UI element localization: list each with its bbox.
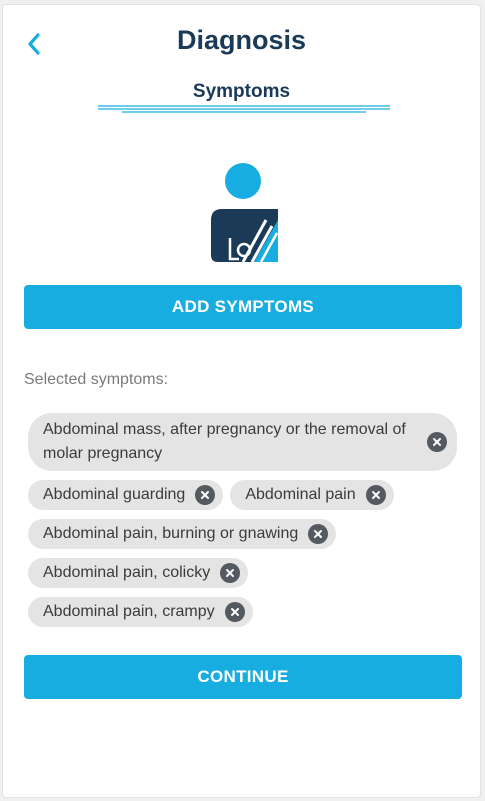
symptom-chip: Abdominal pain — [230, 480, 394, 510]
symptom-chip-label: Abdominal pain — [245, 486, 356, 503]
close-icon — [314, 530, 323, 538]
symptom-chip: Abdominal mass, after pregnancy or the r… — [28, 413, 457, 471]
symptom-chip-label: Abdominal pain, colicky — [43, 564, 211, 581]
remove-symptom-button[interactable] — [365, 485, 386, 505]
remove-symptom-button[interactable] — [195, 485, 216, 505]
title-underline — [98, 105, 390, 113]
symptom-chip-label: Abdominal mass, after pregnancy or the r… — [43, 421, 406, 462]
selected-symptoms-list: Abdominal mass, after pregnancy or the r… — [28, 413, 468, 627]
remove-symptom-button[interactable] — [308, 524, 329, 544]
selected-symptoms-label: Selected symptoms: — [24, 371, 169, 388]
symptom-chip-label: Abdominal pain, crampy — [43, 603, 215, 620]
remove-symptom-button[interactable] — [224, 602, 245, 622]
close-icon — [226, 569, 235, 577]
close-icon — [230, 608, 239, 616]
symptom-chip-label: Abdominal guarding — [43, 486, 186, 503]
close-icon — [433, 438, 441, 446]
person-with-medical-chart-icon — [211, 163, 279, 263]
symptom-chip-label: Abdominal pain, burning or gnawing — [43, 525, 299, 542]
close-icon — [201, 491, 210, 499]
symptom-chip: Abdominal pain, crampy — [28, 597, 253, 627]
diagnosis-screen: Diagnosis Symptoms ADD SYMPTOMS Selected… — [2, 4, 481, 798]
add-symptoms-button[interactable]: ADD SYMPTOMS — [24, 285, 462, 329]
remove-symptom-button[interactable] — [427, 432, 447, 452]
symptom-chip: Abdominal pain, colicky — [28, 558, 249, 588]
page-title: Diagnosis — [176, 25, 307, 55]
close-icon — [371, 491, 380, 499]
section-title: Symptoms — [192, 81, 291, 102]
continue-button[interactable]: CONTINUE — [24, 655, 462, 699]
symptom-chip: Abdominal guarding — [28, 480, 224, 510]
remove-symptom-button[interactable] — [220, 563, 241, 583]
symptom-chip: Abdominal pain, burning or gnawing — [28, 519, 337, 549]
